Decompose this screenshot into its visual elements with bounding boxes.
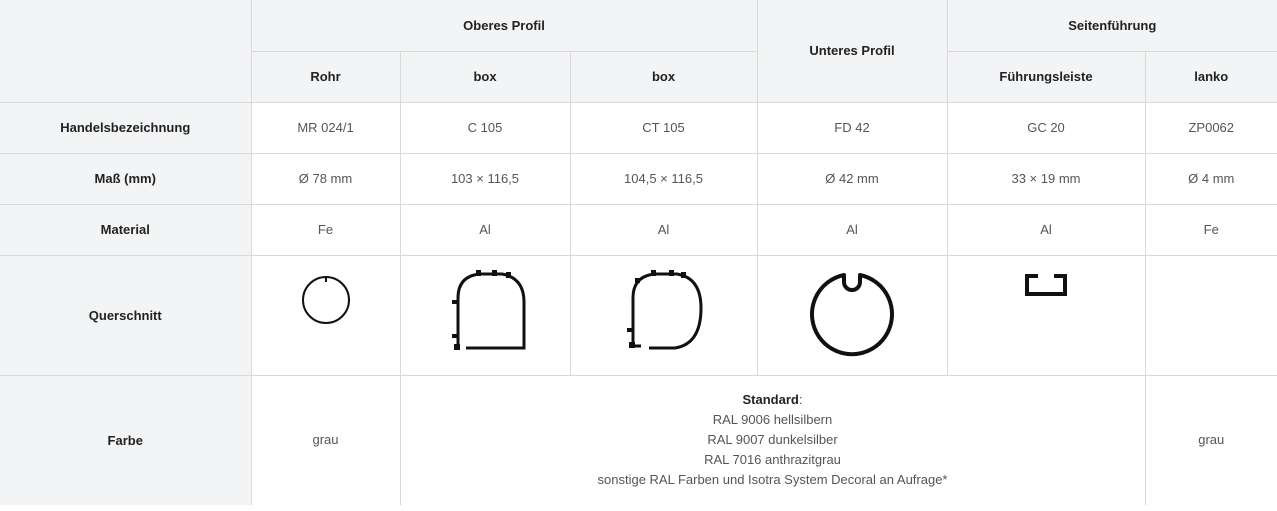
- row-querschnitt: Querschnitt: [0, 254, 1277, 376]
- header-row-groups: Oberes Profil Unteres Profil Seitenführu…: [0, 0, 1277, 103]
- box-cross-section-icon: [452, 269, 526, 350]
- table-cell: 103 × 116,5: [399, 152, 571, 205]
- color-option: RAL 9007 dunkelsilber: [707, 432, 838, 448]
- table-cell: MR 024/1: [250, 101, 401, 154]
- sub-fuehrungsleiste: Führungsleiste: [946, 50, 1146, 103]
- cross-section-cell: [946, 254, 1146, 376]
- table-cell: Ø 42 mm: [756, 152, 948, 205]
- specification-table: Oberes Profil Unteres Profil Seitenführu…: [0, 0, 1277, 505]
- sub-lanko: lanko: [1144, 50, 1277, 103]
- row-label-material: Material: [0, 203, 252, 256]
- round-profile-cross-section-icon: [810, 272, 894, 356]
- row-material: Material Fe Al Al Al Al Fe: [0, 203, 1277, 256]
- row-label-querschnitt: Querschnitt: [0, 254, 252, 376]
- row-label-handelsbezeichnung: Handelsbezeichnung: [0, 101, 252, 154]
- cross-section-cell: [250, 254, 401, 376]
- table-cell: Al: [756, 203, 948, 256]
- table-cell: 104,5 × 116,5: [569, 152, 758, 205]
- color-option: RAL 9006 hellsilbern: [712, 412, 833, 428]
- row-label-mass: Maß (mm): [0, 152, 252, 205]
- group-seitenfuehrung: Seitenführung: [946, 0, 1277, 52]
- color-option: sonstige RAL Farben und Isotra System De…: [597, 472, 948, 488]
- table-cell: CT 105: [569, 101, 758, 154]
- guide-rail-cross-section-icon: [1025, 273, 1067, 296]
- table-cell: C 105: [399, 101, 571, 154]
- table-cell: Al: [946, 203, 1146, 256]
- row-mass: Maß (mm) Ø 78 mm 103 × 116,5 104,5 × 116…: [0, 152, 1277, 205]
- group-unteres-profil: Unteres Profil: [756, 0, 948, 103]
- group-oberes-profil: Oberes Profil: [250, 0, 758, 52]
- cross-section-cell-empty: [1144, 254, 1277, 376]
- color-value-lanko: grau: [1144, 374, 1277, 505]
- table-cell: Ø 4 mm: [1144, 152, 1277, 205]
- table-cell: FD 42: [756, 101, 948, 154]
- row-farbe: Farbe grau Standard: RAL 9006 hellsilber…: [0, 374, 1277, 505]
- color-standard-block: Standard: RAL 9006 hellsilbern RAL 9007 …: [399, 374, 1146, 505]
- cross-section-cell: [756, 254, 948, 376]
- table-cell: 33 × 19 mm: [946, 152, 1146, 205]
- row-handelsbezeichnung: Handelsbezeichnung MR 024/1 C 105 CT 105…: [0, 101, 1277, 154]
- table-cell: Fe: [250, 203, 401, 256]
- sub-box-1: box: [399, 50, 571, 103]
- box-cross-section-icon: [626, 269, 703, 349]
- corner-cell: [0, 0, 252, 103]
- table-cell: Al: [399, 203, 571, 256]
- table-cell: Fe: [1144, 203, 1277, 256]
- sub-rohr: Rohr: [251, 50, 401, 103]
- row-label-farbe: Farbe: [0, 374, 252, 505]
- table-cell: Ø 78 mm: [250, 152, 401, 205]
- color-option: RAL 7016 anthrazitgrau: [704, 452, 841, 468]
- sub-box-2: box: [569, 50, 758, 103]
- table-cell: ZP0062: [1144, 101, 1277, 154]
- table-cell: GC 20: [946, 101, 1146, 154]
- table-cell: Al: [569, 203, 758, 256]
- tube-cross-section-icon: [301, 275, 350, 324]
- color-value-rohr: grau: [250, 374, 401, 505]
- standard-heading: Standard:: [742, 392, 803, 408]
- cross-section-cell: [569, 254, 758, 376]
- cross-section-cell: [399, 254, 571, 376]
